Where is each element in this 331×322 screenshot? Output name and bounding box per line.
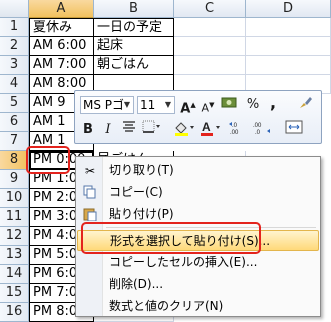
paint-bucket-icon (175, 122, 194, 136)
increase-decimal-button[interactable]: .0 .00 (228, 120, 248, 140)
italic-button[interactable]: I (98, 120, 118, 140)
cell-c3[interactable] (174, 56, 246, 75)
borders-icon (142, 120, 160, 133)
cell-b3[interactable]: 朝ごはん (94, 56, 174, 75)
row-header-1[interactable]: 1 (0, 18, 29, 37)
percent-button[interactable]: % (243, 95, 263, 115)
chevron-down-icon: ▼ (164, 100, 172, 109)
format-painter-button[interactable] (295, 95, 315, 115)
cell-a3[interactable]: AM 7:00 (29, 56, 94, 75)
row-header-3[interactable]: 3 (0, 56, 29, 75)
merge-cells-button[interactable] (284, 120, 304, 140)
cell-c1[interactable] (174, 18, 246, 37)
decrease-decimal-icon: .00 .0 (253, 123, 270, 136)
row-header-5[interactable]: 5 (0, 94, 29, 113)
row-header-2[interactable]: 2 (0, 37, 29, 56)
font-color-button[interactable]: A (199, 120, 220, 140)
svg-text:.0: .0 (255, 130, 261, 136)
font-color-icon: A (201, 120, 220, 136)
row-header-6[interactable]: 6 (0, 113, 29, 132)
menu-item-insert-copied-cells[interactable]: コピーしたセルの挿入(E)... (77, 252, 319, 273)
svg-text:A: A (202, 120, 211, 134)
font-size-box[interactable]: 11 ▼ (137, 96, 175, 114)
copy-icon (82, 185, 98, 201)
row-header-16[interactable]: 16 (0, 303, 29, 322)
column-header-c[interactable]: C (174, 0, 246, 18)
cell-b1[interactable]: 一日の予定 (94, 18, 174, 37)
shrink-font-button[interactable]: A▼ (198, 95, 218, 115)
menu-item-copy[interactable]: コピー(C) (77, 182, 319, 203)
row-header-4[interactable]: 4 (0, 75, 29, 94)
bold-button[interactable]: B (78, 120, 98, 140)
cell-b2[interactable]: 起床 (94, 37, 174, 56)
font-name-value: MS Pゴ (83, 98, 125, 112)
menu-item-label: コピー(C) (109, 185, 163, 199)
svg-text:.00: .00 (253, 123, 262, 129)
row-header-12[interactable]: 12 (0, 227, 29, 246)
menu-item-cut[interactable]: ✂ 切り取り(T) (77, 160, 319, 181)
row-header-14[interactable]: 14 (0, 265, 29, 284)
chevron-down-icon: ▼ (123, 100, 131, 109)
decrease-decimal-button[interactable]: .00 .0 (251, 120, 271, 140)
scissors-icon: ✂ (84, 164, 96, 178)
cell-d1[interactable] (246, 18, 331, 37)
menu-item-label: 数式と値のクリア(N) (109, 299, 224, 313)
column-header-a[interactable]: A (29, 0, 94, 18)
row-header-8[interactable]: 8 (0, 151, 29, 170)
svg-text:.0: .0 (232, 123, 238, 129)
cell-c2[interactable] (174, 37, 246, 56)
number-format-button[interactable] (220, 95, 240, 115)
svg-text:.00: .00 (230, 130, 239, 136)
row-header-11[interactable]: 11 (0, 208, 29, 227)
cell-d2[interactable] (246, 37, 331, 56)
menu-highlight-outline (81, 222, 261, 254)
align-center-icon (123, 121, 135, 132)
menu-item-label: 削除(D)... (109, 277, 164, 291)
row-header-13[interactable]: 13 (0, 246, 29, 265)
mini-toolbar: MS Pゴ ▼ 11 ▼ A▲ A▼ % , B I A .0 .00 .00 … (74, 90, 322, 144)
row-header-15[interactable]: 15 (0, 284, 29, 303)
column-header-b[interactable]: B (94, 0, 174, 18)
increase-decimal-icon: .0 .00 (229, 122, 239, 136)
paste-icon (82, 207, 98, 223)
center-align-button[interactable] (119, 120, 139, 140)
borders-button[interactable] (141, 120, 161, 140)
font-size-value: 11 (140, 98, 156, 112)
menu-item-label: コピーしたセルの挿入(E)... (109, 255, 258, 269)
grow-font-button[interactable]: A▲ (178, 95, 198, 116)
column-header-d[interactable]: D (246, 0, 331, 18)
row-header-10[interactable]: 10 (0, 189, 29, 208)
brush-icon (300, 97, 312, 108)
fill-color-button[interactable] (173, 120, 194, 140)
comma-button[interactable]: , (263, 93, 283, 113)
row-header-7[interactable]: 7 (0, 132, 29, 151)
merge-cells-icon (285, 120, 303, 134)
select-all-corner[interactable] (0, 0, 29, 18)
cell-d3[interactable] (246, 56, 331, 75)
cell-a2[interactable]: AM 6:00 (29, 37, 94, 56)
menu-item-label: 切り取り(T) (109, 163, 174, 177)
row-header-9[interactable]: 9 (0, 170, 29, 189)
currency-icon (221, 97, 237, 108)
cell-highlight-outline (26, 146, 70, 174)
menu-item-delete[interactable]: 削除(D)... (77, 274, 319, 295)
menu-item-clear-contents[interactable]: 数式と値のクリア(N) (77, 296, 319, 317)
font-name-box[interactable]: MS Pゴ ▼ (80, 96, 134, 114)
cell-a1[interactable]: 夏休み (29, 18, 94, 37)
